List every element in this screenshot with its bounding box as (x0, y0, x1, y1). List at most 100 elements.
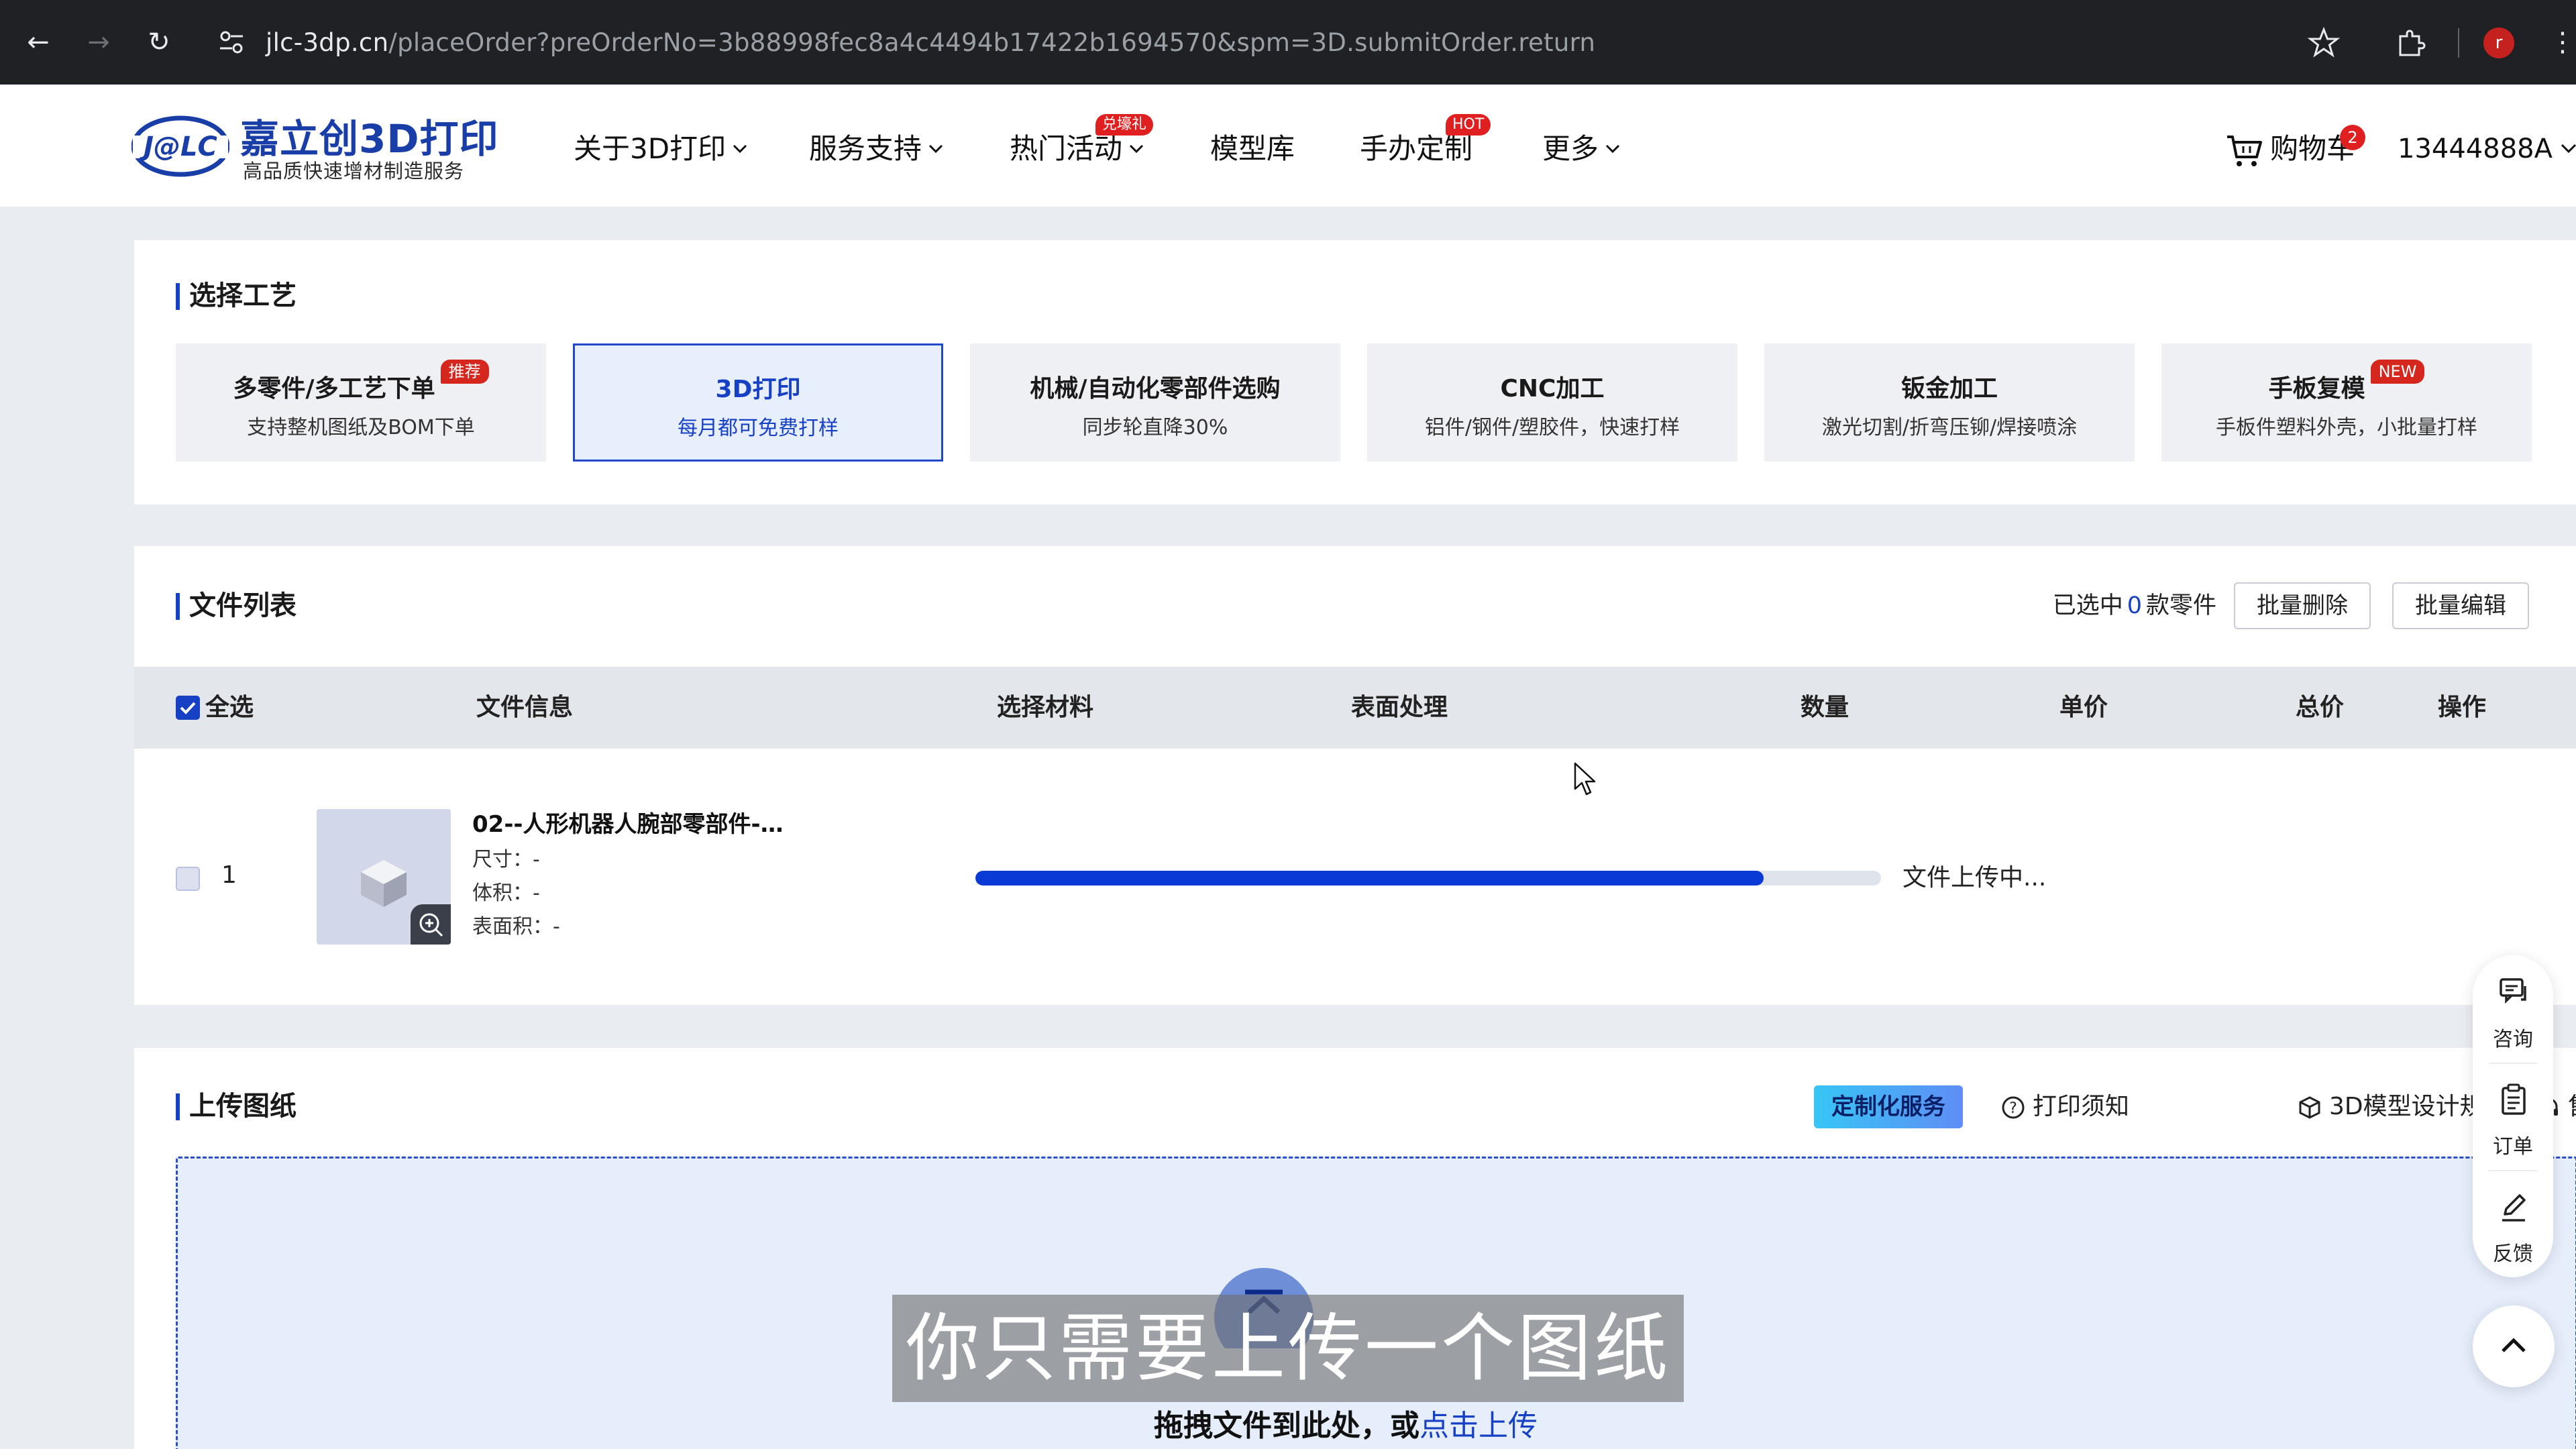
upload-progress-bar (975, 871, 1881, 885)
dropzone-instruction: 拖拽文件到此处，或点击上传 (1154, 1406, 1538, 1446)
section-title-upload: 上传图纸 (176, 1089, 297, 1123)
user-name: 13444888A (2398, 133, 2553, 164)
nav-label: 服务支持 (809, 132, 922, 165)
file-volume: 体积：- (472, 881, 540, 905)
process-option-sheet-metal[interactable]: 钣金加工 激光切割/折弯压铆/焊接喷涂 (1764, 343, 2135, 462)
nav-label: 热门活动 (1010, 132, 1123, 165)
col-file-info: 文件信息 (476, 694, 574, 721)
process-desc: 支持整机图纸及BOM下单 (247, 416, 475, 439)
upload-status: 文件上传中... (1902, 864, 2047, 892)
print-notice-link[interactable]: ? 打印须知 (2000, 1085, 2129, 1128)
file-surface-area: 表面积：- (472, 915, 560, 938)
cube-outline-icon (2299, 1096, 2320, 1119)
nav-figure-custom[interactable]: 手办定制 HOT (1360, 114, 1491, 176)
process-option-multi-part[interactable]: 多零件/多工艺下单推荐 支持整机图纸及BOM下单 (176, 343, 546, 462)
nav-label: 关于3D打印 (574, 132, 727, 165)
video-subtitle: 你只需要上传一个图纸 (892, 1295, 1684, 1402)
model-thumbnail[interactable] (317, 809, 451, 945)
recommend-tag: 推荐 (440, 360, 489, 384)
scroll-to-top-button[interactable] (2473, 1305, 2555, 1387)
process-desc: 每月都可免费打样 (678, 417, 839, 440)
svg-text:?: ? (2009, 1100, 2017, 1117)
profile-avatar[interactable]: r (2483, 28, 2514, 58)
nav-badge-gift: 兑壕礼 (1095, 114, 1154, 136)
forward-icon[interactable]: → (82, 25, 115, 59)
browser-menu-icon[interactable]: ⋮ (2549, 27, 2576, 58)
drop-text: 拖拽文件到此处，或 (1154, 1409, 1419, 1443)
process-option-prototype-mold[interactable]: 手板复模NEW 手板件塑料外壳，小批量打样 (2161, 343, 2532, 462)
nav-service-support[interactable]: 服务支持 (809, 122, 945, 176)
batch-delete-button[interactable]: 批量删除 (2234, 582, 2371, 629)
row-checkbox[interactable] (176, 867, 200, 891)
site-logo[interactable]: J@LC 嘉立创3D打印 高品质快速增材制造服务 (131, 105, 498, 189)
url-host: jlc-3dp.cn (266, 28, 389, 57)
nav-hot-events[interactable]: 热门活动 兑壕礼 (1010, 114, 1154, 176)
site-info-icon[interactable] (216, 27, 247, 58)
process-name: CNC加工 (1500, 375, 1605, 402)
feedback-label: 反馈 (2493, 1242, 2533, 1266)
zoom-preview-icon[interactable] (411, 904, 451, 945)
nav-about-3d-printing[interactable]: 关于3D打印 (574, 122, 749, 176)
floating-service-bar: 咨询 订单 反馈 (2473, 955, 2553, 1277)
col-unit-price: 单价 (2059, 694, 2108, 721)
file-table-header: 全选 文件信息 选择材料 表面处理 数量 单价 总价 操作 (134, 667, 2576, 749)
file-name[interactable]: 02--人形机器人腕部零部件-… (472, 808, 784, 841)
upload-progress-fill (975, 871, 1764, 885)
process-option-mechanical-parts[interactable]: 机械/自动化零部件选购 同步轮直降30% (970, 343, 1340, 462)
address-bar[interactable]: jlc-3dp.cn/placeOrder?preOrderNo=3b88998… (266, 25, 1595, 60)
chat-icon (2500, 978, 2526, 1004)
back-icon[interactable]: ← (21, 25, 55, 59)
chevron-down-icon (1129, 144, 1144, 153)
process-name: 机械/自动化零部件选购 (1030, 375, 1281, 402)
cart-count-badge: 2 (2340, 125, 2365, 150)
process-option-3d-printing[interactable]: 3D打印 每月都可免费打样 (573, 343, 943, 462)
process-desc: 铝件/钢件/塑胶件，快速打样 (1424, 416, 1680, 439)
file-size: 尺寸：- (472, 848, 540, 871)
orders-label: 订单 (2493, 1135, 2533, 1159)
consult-button[interactable]: 咨询 (2473, 955, 2553, 1063)
nav-badge-hot: HOT (1446, 114, 1491, 136)
help-circle-icon: ? (2002, 1096, 2025, 1119)
col-action: 操作 (2438, 694, 2487, 721)
browser-toolbar: ← → ↻ jlc-3dp.cn/placeOrder?preOrderNo=3… (0, 0, 2576, 85)
select-all-checkbox[interactable] (176, 696, 200, 720)
jlc-logo-mark: J@LC (131, 115, 229, 177)
nav-model-library[interactable]: 模型库 (1210, 122, 1295, 176)
orders-button[interactable]: 订单 (2473, 1063, 2553, 1170)
chevron-down-icon (733, 144, 747, 153)
chevron-down-icon (2561, 144, 2576, 154)
process-name: 钣金加工 (1900, 375, 1998, 402)
nav-label: 更多 (1542, 132, 1599, 165)
reload-icon[interactable]: ↻ (142, 25, 176, 59)
new-tag: NEW (2370, 360, 2425, 384)
nav-label: 手办定制 (1360, 132, 1473, 165)
selected-prefix: 已选中 (2052, 592, 2123, 619)
user-account-menu[interactable]: 13444888A (2398, 122, 2576, 176)
process-option-cnc[interactable]: CNC加工 铝件/钢件/塑胶件，快速打样 (1367, 343, 1737, 462)
site-header: J@LC 嘉立创3D打印 高品质快速增材制造服务 关于3D打印 服务支持 热门活… (0, 85, 2576, 207)
col-quantity: 数量 (1801, 694, 1849, 721)
custom-service-button[interactable]: 定制化服务 (1814, 1085, 1963, 1128)
after-sales-label: 售后 (2568, 1093, 2576, 1120)
chevron-down-icon (928, 144, 943, 153)
batch-edit-button[interactable]: 批量编辑 (2392, 582, 2529, 629)
svg-text:J@LC: J@LC (139, 131, 217, 162)
process-name: 多零件/多工艺下单 (233, 375, 435, 402)
row-index: 1 (221, 861, 237, 889)
file-list-section: 文件列表 已选中 0 款零件 批量删除 批量编辑 全选 文件信息 选择材料 表面处理… (134, 546, 2576, 1005)
nav-more[interactable]: 更多 (1542, 122, 1621, 176)
bookmark-star-icon[interactable] (2306, 25, 2341, 60)
process-desc: 激光切割/折弯压铆/焊接喷涂 (1821, 416, 2078, 439)
section-title-file-list: 文件列表 (176, 589, 297, 623)
check-icon (180, 702, 196, 714)
process-name: 3D打印 (715, 376, 801, 403)
selected-count-info: 已选中 0 款零件 (2053, 589, 2216, 623)
extensions-icon[interactable] (2394, 25, 2428, 60)
col-total-price: 总价 (2296, 694, 2345, 721)
process-desc: 同步轮直降30% (1082, 416, 1228, 439)
selected-suffix: 款零件 (2145, 592, 2216, 619)
chevron-up-icon (2502, 1338, 2526, 1352)
click-upload-link[interactable]: 点击上传 (1419, 1409, 1538, 1443)
col-material: 选择材料 (997, 694, 1094, 721)
feedback-button[interactable]: 反馈 (2473, 1170, 2553, 1277)
